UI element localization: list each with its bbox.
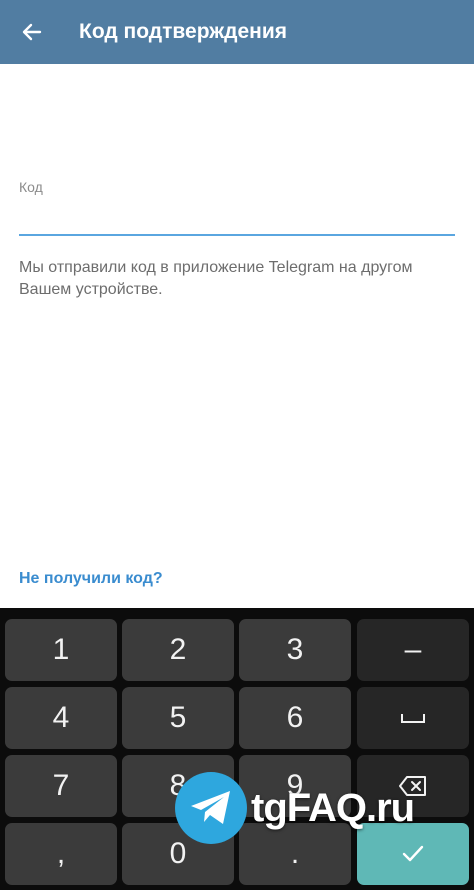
key-backspace[interactable] [357, 755, 469, 817]
key-6[interactable]: 6 [239, 687, 351, 749]
code-label: Код [19, 179, 43, 195]
key-7[interactable]: 7 [5, 755, 117, 817]
key-2[interactable]: 2 [122, 619, 234, 681]
key-space[interactable] [357, 687, 469, 749]
key-4[interactable]: 4 [5, 687, 117, 749]
key-8[interactable]: 8 [122, 755, 234, 817]
app-bar: Код подтверждения [0, 0, 474, 64]
key-comma[interactable]: , [5, 823, 117, 885]
key-3[interactable]: 3 [239, 619, 351, 681]
back-button[interactable] [14, 14, 50, 50]
check-icon [402, 845, 424, 862]
page-title: Код подтверждения [79, 20, 287, 43]
key-dot[interactable]: . [239, 823, 351, 885]
backspace-icon [399, 776, 426, 796]
key-confirm[interactable] [357, 823, 469, 885]
resend-code-link[interactable]: Не получили код? [19, 569, 163, 589]
space-icon [401, 714, 425, 723]
info-text: Мы отправили код в приложение Telegram н… [19, 259, 413, 298]
key-9[interactable]: 9 [239, 755, 351, 817]
numeric-keyboard: 1 2 3 – 4 5 6 7 8 9 , 0 . [0, 608, 474, 890]
key-minus[interactable]: – [357, 619, 469, 681]
arrow-left-icon [22, 23, 42, 41]
key-5[interactable]: 5 [122, 687, 234, 749]
code-input[interactable] [19, 196, 455, 236]
key-1[interactable]: 1 [5, 619, 117, 681]
key-0[interactable]: 0 [122, 823, 234, 885]
